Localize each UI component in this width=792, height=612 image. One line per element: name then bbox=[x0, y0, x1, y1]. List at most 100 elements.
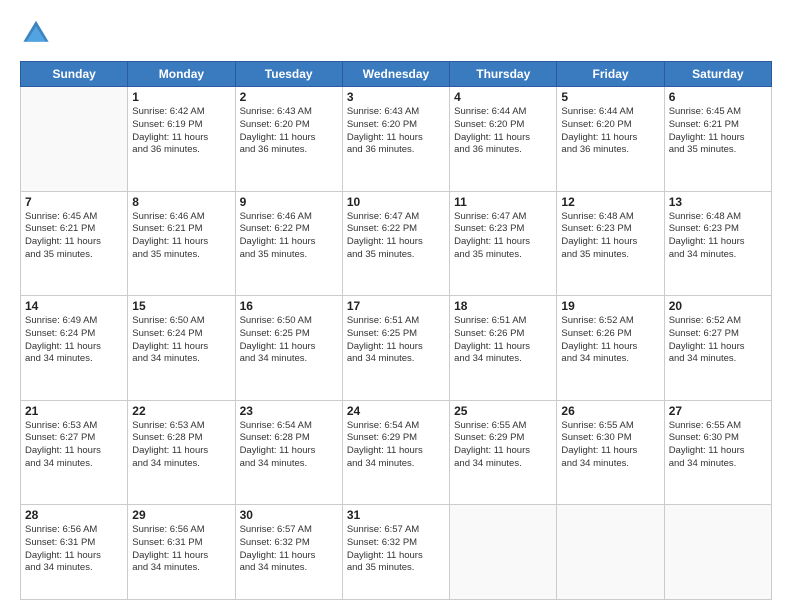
calendar-cell: 7 Sunrise: 6:45 AM Sunset: 6:21 PM Daylig… bbox=[21, 191, 128, 296]
weekday-header-saturday: Saturday bbox=[664, 62, 771, 87]
day-number: 20 bbox=[669, 299, 767, 313]
day-number: 21 bbox=[25, 404, 123, 418]
weekday-header-row: SundayMondayTuesdayWednesdayThursdayFrid… bbox=[21, 62, 772, 87]
calendar-cell: 17 Sunrise: 6:51 AM Sunset: 6:25 PM Dayli… bbox=[342, 296, 449, 401]
week-row-1: 1 Sunrise: 6:42 AM Sunset: 6:19 PM Daylig… bbox=[21, 87, 772, 192]
calendar-cell: 12 Sunrise: 6:48 AM Sunset: 6:23 PM Dayli… bbox=[557, 191, 664, 296]
day-number: 25 bbox=[454, 404, 552, 418]
calendar-cell: 20 Sunrise: 6:52 AM Sunset: 6:27 PM Dayli… bbox=[664, 296, 771, 401]
cell-info: Sunrise: 6:55 AM Sunset: 6:30 PM Dayligh… bbox=[669, 420, 767, 471]
day-number: 22 bbox=[132, 404, 230, 418]
calendar-cell: 15 Sunrise: 6:50 AM Sunset: 6:24 PM Dayli… bbox=[128, 296, 235, 401]
cell-info: Sunrise: 6:50 AM Sunset: 6:24 PM Dayligh… bbox=[132, 315, 230, 366]
weekday-header-tuesday: Tuesday bbox=[235, 62, 342, 87]
calendar-cell: 22 Sunrise: 6:53 AM Sunset: 6:28 PM Dayli… bbox=[128, 400, 235, 505]
day-number: 26 bbox=[561, 404, 659, 418]
calendar-cell: 10 Sunrise: 6:47 AM Sunset: 6:22 PM Dayli… bbox=[342, 191, 449, 296]
weekday-header-thursday: Thursday bbox=[450, 62, 557, 87]
day-number: 17 bbox=[347, 299, 445, 313]
weekday-header-sunday: Sunday bbox=[21, 62, 128, 87]
day-number: 9 bbox=[240, 195, 338, 209]
cell-info: Sunrise: 6:52 AM Sunset: 6:26 PM Dayligh… bbox=[561, 315, 659, 366]
cell-info: Sunrise: 6:42 AM Sunset: 6:19 PM Dayligh… bbox=[132, 106, 230, 157]
cell-info: Sunrise: 6:43 AM Sunset: 6:20 PM Dayligh… bbox=[347, 106, 445, 157]
day-number: 27 bbox=[669, 404, 767, 418]
cell-info: Sunrise: 6:57 AM Sunset: 6:32 PM Dayligh… bbox=[347, 524, 445, 575]
day-number: 3 bbox=[347, 90, 445, 104]
cell-info: Sunrise: 6:51 AM Sunset: 6:26 PM Dayligh… bbox=[454, 315, 552, 366]
cell-info: Sunrise: 6:56 AM Sunset: 6:31 PM Dayligh… bbox=[132, 524, 230, 575]
day-number: 5 bbox=[561, 90, 659, 104]
day-number: 23 bbox=[240, 404, 338, 418]
day-number: 29 bbox=[132, 508, 230, 522]
day-number: 18 bbox=[454, 299, 552, 313]
calendar-cell bbox=[450, 505, 557, 600]
day-number: 6 bbox=[669, 90, 767, 104]
cell-info: Sunrise: 6:51 AM Sunset: 6:25 PM Dayligh… bbox=[347, 315, 445, 366]
calendar-cell: 1 Sunrise: 6:42 AM Sunset: 6:19 PM Daylig… bbox=[128, 87, 235, 192]
day-number: 10 bbox=[347, 195, 445, 209]
day-number: 8 bbox=[132, 195, 230, 209]
cell-info: Sunrise: 6:56 AM Sunset: 6:31 PM Dayligh… bbox=[25, 524, 123, 575]
calendar-cell: 16Sunrise: 6:50 AM Sunset: 6:25 PM Dayli… bbox=[235, 296, 342, 401]
day-number: 13 bbox=[669, 195, 767, 209]
cell-info: Sunrise: 6:45 AM Sunset: 6:21 PM Dayligh… bbox=[669, 106, 767, 157]
cell-info: Sunrise: 6:48 AM Sunset: 6:23 PM Dayligh… bbox=[669, 211, 767, 262]
day-number: 15 bbox=[132, 299, 230, 313]
calendar-cell: 4 Sunrise: 6:44 AM Sunset: 6:20 PM Daylig… bbox=[450, 87, 557, 192]
day-number: 14 bbox=[25, 299, 123, 313]
day-number: 31 bbox=[347, 508, 445, 522]
cell-info: Sunrise: 6:57 AM Sunset: 6:32 PM Dayligh… bbox=[240, 524, 338, 575]
cell-info: Sunrise: 6:46 AM Sunset: 6:21 PM Dayligh… bbox=[132, 211, 230, 262]
calendar-cell bbox=[21, 87, 128, 192]
cell-info: Sunrise: 6:48 AM Sunset: 6:23 PM Dayligh… bbox=[561, 211, 659, 262]
weekday-header-monday: Monday bbox=[128, 62, 235, 87]
day-number: 28 bbox=[25, 508, 123, 522]
calendar-cell: 2Sunrise: 6:43 AM Sunset: 6:20 PM Daylig… bbox=[235, 87, 342, 192]
week-row-5: 28 Sunrise: 6:56 AM Sunset: 6:31 PM Dayli… bbox=[21, 505, 772, 600]
calendar-cell: 14 Sunrise: 6:49 AM Sunset: 6:24 PM Dayli… bbox=[21, 296, 128, 401]
cell-info: Sunrise: 6:44 AM Sunset: 6:20 PM Dayligh… bbox=[454, 106, 552, 157]
day-number: 4 bbox=[454, 90, 552, 104]
cell-info: Sunrise: 6:55 AM Sunset: 6:29 PM Dayligh… bbox=[454, 420, 552, 471]
calendar-cell: 24Sunrise: 6:54 AM Sunset: 6:29 PM Dayli… bbox=[342, 400, 449, 505]
cell-info: Sunrise: 6:44 AM Sunset: 6:20 PM Dayligh… bbox=[561, 106, 659, 157]
week-row-2: 7 Sunrise: 6:45 AM Sunset: 6:21 PM Daylig… bbox=[21, 191, 772, 296]
calendar-table: SundayMondayTuesdayWednesdayThursdayFrid… bbox=[20, 61, 772, 600]
calendar-cell: 29 Sunrise: 6:56 AM Sunset: 6:31 PM Dayli… bbox=[128, 505, 235, 600]
cell-info: Sunrise: 6:47 AM Sunset: 6:23 PM Dayligh… bbox=[454, 211, 552, 262]
logo bbox=[20, 18, 50, 51]
day-number: 12 bbox=[561, 195, 659, 209]
calendar-cell: 11 Sunrise: 6:47 AM Sunset: 6:23 PM Dayli… bbox=[450, 191, 557, 296]
day-number: 7 bbox=[25, 195, 123, 209]
page: SundayMondayTuesdayWednesdayThursdayFrid… bbox=[0, 0, 792, 612]
cell-info: Sunrise: 6:54 AM Sunset: 6:29 PM Dayligh… bbox=[347, 420, 445, 471]
day-number: 19 bbox=[561, 299, 659, 313]
calendar-cell: 19 Sunrise: 6:52 AM Sunset: 6:26 PM Dayli… bbox=[557, 296, 664, 401]
cell-info: Sunrise: 6:53 AM Sunset: 6:28 PM Dayligh… bbox=[132, 420, 230, 471]
cell-info: Sunrise: 6:54 AM Sunset: 6:28 PM Dayligh… bbox=[240, 420, 338, 471]
calendar-cell: 27 Sunrise: 6:55 AM Sunset: 6:30 PM Dayli… bbox=[664, 400, 771, 505]
day-number: 11 bbox=[454, 195, 552, 209]
calendar-cell: 9Sunrise: 6:46 AM Sunset: 6:22 PM Daylig… bbox=[235, 191, 342, 296]
calendar-cell: 28 Sunrise: 6:56 AM Sunset: 6:31 PM Dayli… bbox=[21, 505, 128, 600]
cell-info: Sunrise: 6:49 AM Sunset: 6:24 PM Dayligh… bbox=[25, 315, 123, 366]
calendar-cell: 3 Sunrise: 6:43 AM Sunset: 6:20 PM Daylig… bbox=[342, 87, 449, 192]
cell-info: Sunrise: 6:43 AM Sunset: 6:20 PM Dayligh… bbox=[240, 106, 338, 157]
week-row-4: 21Sunrise: 6:53 AM Sunset: 6:27 PM Dayli… bbox=[21, 400, 772, 505]
cell-info: Sunrise: 6:47 AM Sunset: 6:22 PM Dayligh… bbox=[347, 211, 445, 262]
logo-icon bbox=[22, 18, 50, 46]
calendar-cell: 6 Sunrise: 6:45 AM Sunset: 6:21 PM Daylig… bbox=[664, 87, 771, 192]
weekday-header-friday: Friday bbox=[557, 62, 664, 87]
calendar-cell: 18 Sunrise: 6:51 AM Sunset: 6:26 PM Dayli… bbox=[450, 296, 557, 401]
calendar-cell bbox=[557, 505, 664, 600]
cell-info: Sunrise: 6:45 AM Sunset: 6:21 PM Dayligh… bbox=[25, 211, 123, 262]
calendar-cell: 30Sunrise: 6:57 AM Sunset: 6:32 PM Dayli… bbox=[235, 505, 342, 600]
header bbox=[20, 18, 772, 51]
calendar-cell: 21Sunrise: 6:53 AM Sunset: 6:27 PM Dayli… bbox=[21, 400, 128, 505]
calendar-cell: 8 Sunrise: 6:46 AM Sunset: 6:21 PM Daylig… bbox=[128, 191, 235, 296]
day-number: 1 bbox=[132, 90, 230, 104]
cell-info: Sunrise: 6:52 AM Sunset: 6:27 PM Dayligh… bbox=[669, 315, 767, 366]
weekday-header-wednesday: Wednesday bbox=[342, 62, 449, 87]
calendar-cell: 31 Sunrise: 6:57 AM Sunset: 6:32 PM Dayli… bbox=[342, 505, 449, 600]
